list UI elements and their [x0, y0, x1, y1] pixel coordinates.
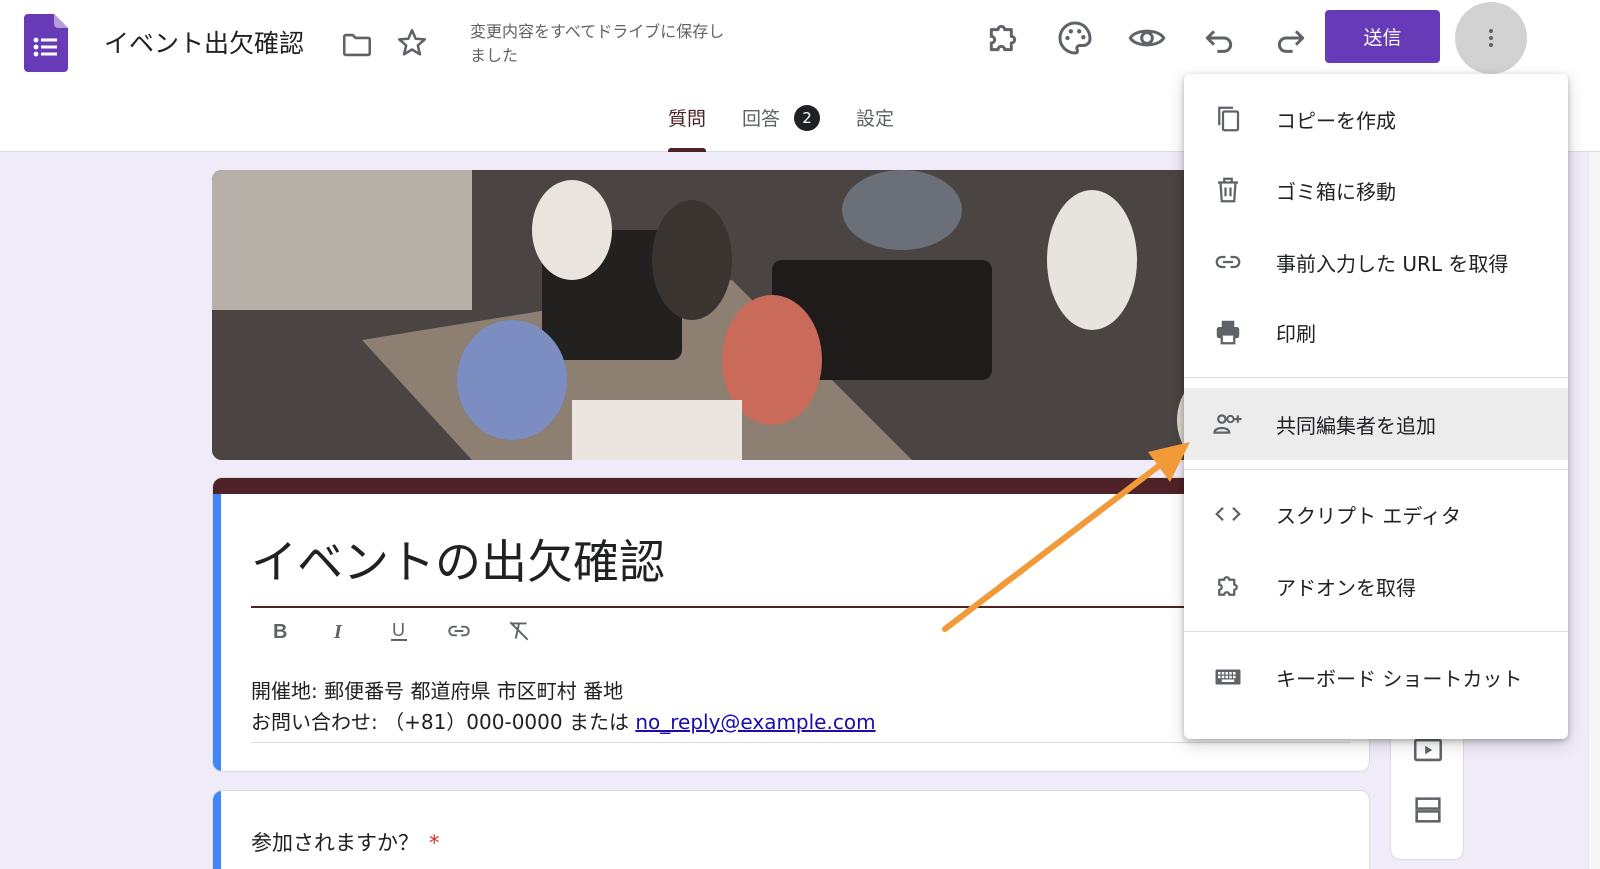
- svg-text:I: I: [333, 621, 343, 643]
- section-icon: [1415, 797, 1441, 823]
- underline-icon: U: [391, 620, 407, 641]
- question-indicator: [213, 791, 221, 869]
- menu-item-keyboard-shortcuts[interactable]: キーボード ショートカット: [1184, 641, 1568, 713]
- bold-icon: B: [273, 621, 287, 643]
- italic-button[interactable]: I: [321, 613, 357, 649]
- clear-format-icon: [509, 621, 529, 641]
- page-scrollbar[interactable]: [1588, 152, 1600, 869]
- menu-divider: [1184, 377, 1568, 378]
- form-tabs: 質問 回答 2 設定: [650, 104, 912, 152]
- menu-item-prefilled-url[interactable]: 事前入力した URL を取得: [1184, 226, 1568, 298]
- bold-button[interactable]: B: [261, 613, 297, 649]
- svg-text:B: B: [273, 621, 287, 643]
- tab-responses[interactable]: 回答 2: [724, 104, 838, 150]
- more-options-menu: コピーを作成 ゴミ箱に移動 事前入力した URL を取得 印刷 共同編集者を追加…: [1184, 74, 1568, 739]
- menu-item-add-collaborators[interactable]: 共同編集者を追加: [1184, 388, 1568, 460]
- keyboard-icon: [1215, 669, 1241, 685]
- addon-icon[interactable]: [983, 18, 1023, 58]
- tab-settings[interactable]: 設定: [838, 104, 912, 150]
- svg-text:U: U: [392, 620, 405, 640]
- link-icon: [1215, 255, 1241, 269]
- add-section-button[interactable]: [1409, 791, 1447, 829]
- send-button[interactable]: 送信: [1325, 10, 1440, 63]
- forms-logo-icon[interactable]: [24, 14, 68, 72]
- trash-icon: [1218, 177, 1238, 203]
- menu-item-get-addons[interactable]: アドオンを取得: [1184, 550, 1568, 622]
- copy-icon: [1218, 106, 1240, 132]
- star-icon[interactable]: [395, 26, 429, 60]
- clear-format-button[interactable]: [501, 613, 537, 649]
- document-title[interactable]: イベント出欠確認: [104, 24, 304, 60]
- code-icon: [1215, 506, 1241, 522]
- palette-icon[interactable]: [1055, 18, 1095, 58]
- question-title: 参加されますか？ *: [251, 831, 440, 855]
- more-options-button[interactable]: [1455, 2, 1527, 74]
- add-people-icon: [1213, 414, 1242, 434]
- link-icon: [448, 625, 470, 637]
- contact-email-link[interactable]: no_reply@example.com: [635, 710, 875, 734]
- italic-icon: I: [333, 621, 343, 643]
- more-vert-icon: [1489, 29, 1493, 47]
- menu-item-print[interactable]: 印刷: [1184, 296, 1568, 368]
- menu-item-script-editor[interactable]: スクリプト エディタ: [1184, 478, 1568, 550]
- preview-eye-icon[interactable]: [1127, 18, 1167, 58]
- active-indicator: [213, 494, 221, 771]
- print-icon: [1216, 320, 1240, 345]
- insert-link-button[interactable]: [441, 613, 477, 649]
- tab-questions[interactable]: 質問: [650, 104, 724, 152]
- save-status: 変更内容をすべてドライブに保存しました: [470, 22, 725, 65]
- menu-item-make-copy[interactable]: コピーを作成: [1184, 83, 1568, 155]
- redo-icon[interactable]: [1271, 18, 1311, 58]
- addon-icon: [1218, 576, 1238, 596]
- floating-side-toolbar: [1390, 720, 1464, 860]
- responses-count-badge: 2: [794, 105, 821, 131]
- text-format-toolbar: B I U: [261, 613, 537, 649]
- menu-item-move-to-trash[interactable]: ゴミ箱に移動: [1184, 154, 1568, 226]
- required-marker: *: [429, 831, 440, 855]
- underline-button[interactable]: U: [381, 613, 417, 649]
- question-card[interactable]: 参加されますか？ *: [212, 790, 1370, 869]
- menu-divider: [1184, 631, 1568, 632]
- form-title-input[interactable]: イベントの出欠確認: [251, 526, 1191, 608]
- menu-divider: [1184, 469, 1568, 470]
- undo-icon[interactable]: [1199, 18, 1239, 58]
- folder-icon[interactable]: [340, 28, 374, 62]
